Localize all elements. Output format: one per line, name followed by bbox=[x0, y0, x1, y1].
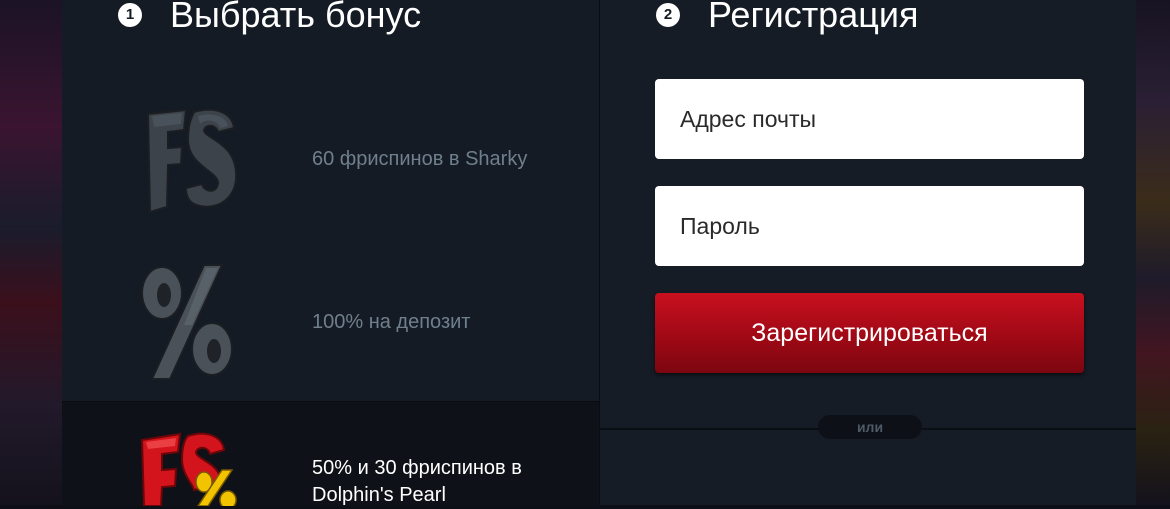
step-number-badge: 1 bbox=[118, 3, 142, 27]
bonus-option-freespins[interactable]: 60 фриспинов в Sharky bbox=[62, 80, 599, 240]
bonus-column: 1 Выбрать бонус 60 фриспинов в Sharky 10… bbox=[62, 0, 600, 506]
background-right bbox=[1136, 0, 1170, 505]
password-field[interactable]: Пароль bbox=[655, 186, 1084, 266]
registration-column: 2 Регистрация Адрес почты Пароль Зарегис… bbox=[600, 0, 1136, 505]
email-field[interactable]: Адрес почты bbox=[655, 79, 1084, 159]
bonus-label: 50% и 30 фриспинов в Dolphin's Pearl bbox=[312, 457, 522, 506]
step-number-badge: 2 bbox=[656, 3, 680, 27]
bonus-label: 100% на депозит bbox=[312, 311, 471, 333]
bonus-label: 60 фриспинов в Sharky bbox=[312, 148, 528, 170]
registration-panel: 1 Выбрать бонус 60 фриспинов в Sharky 10… bbox=[62, 0, 1136, 506]
registration-step-header: 2 Регистрация bbox=[656, 0, 918, 42]
register-button[interactable]: Зарегистрироваться bbox=[655, 293, 1084, 373]
or-separator: или bbox=[818, 415, 922, 439]
bonus-step-header: 1 Выбрать бонус bbox=[118, 0, 421, 42]
fs-percent-combo-icon bbox=[140, 432, 237, 506]
percent-deposit-icon bbox=[141, 264, 233, 380]
fs-freespins-icon bbox=[146, 108, 238, 214]
background-left bbox=[0, 0, 62, 505]
bonus-step-title: Выбрать бонус bbox=[170, 0, 422, 35]
bonus-option-combo[interactable]: 50% и 30 фриспинов в Dolphin's Pearl bbox=[62, 401, 599, 506]
bonus-option-deposit[interactable]: 100% на депозит bbox=[62, 241, 599, 401]
registration-step-title: Регистрация bbox=[708, 0, 919, 35]
